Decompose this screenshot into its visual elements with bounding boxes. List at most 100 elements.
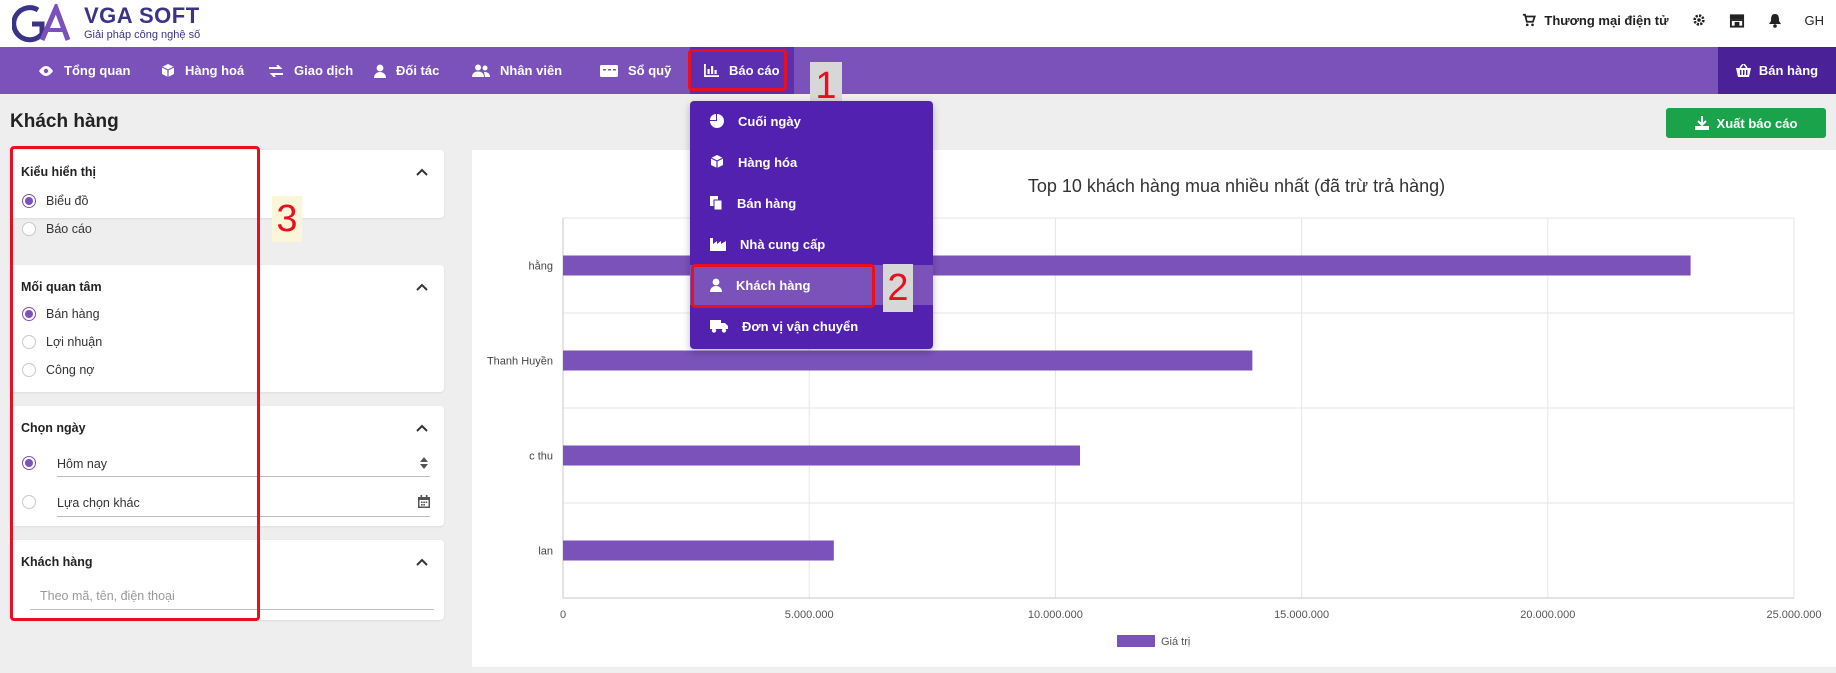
nav-label: Sổ quỹ (628, 63, 672, 78)
copy-icon (710, 196, 723, 210)
x-tick-label: 10.000.000 (1028, 609, 1083, 621)
radio-button[interactable] (22, 335, 36, 349)
radio-other-date[interactable] (22, 495, 36, 509)
top-header: VGA SOFT Giải pháp công nghệ số Thương m… (0, 0, 1836, 47)
nav-label: Báo cáo (729, 63, 780, 78)
nav-item-transactions[interactable]: Giao dịch (268, 47, 353, 94)
radio-sales[interactable]: Bán hàng (22, 307, 100, 321)
sell-button[interactable]: Bán hàng (1718, 47, 1836, 94)
field-underline (57, 516, 430, 517)
user-initials[interactable]: GH (1805, 13, 1825, 28)
export-button-label: Xuất báo cáo (1716, 115, 1798, 131)
menu-item-label: Đơn vị vận chuyển (742, 318, 859, 334)
box-icon (710, 155, 724, 168)
truck-icon (710, 319, 728, 333)
chart-card: Top 10 khách hàng mua nhiều nhất (đã trừ… (472, 150, 1836, 667)
annotation-number-2: 2 (883, 264, 913, 312)
nav-item-overview[interactable]: Tổng quan (38, 47, 130, 94)
sell-button-label: Bán hàng (1758, 63, 1819, 78)
chevron-up-icon[interactable] (416, 556, 428, 568)
date-today-field[interactable]: Hôm nay (57, 457, 107, 471)
box-icon (161, 63, 175, 77)
legend-swatch (1117, 635, 1155, 647)
exchange-icon (269, 64, 283, 77)
nav-label: Giao dịch (294, 63, 354, 78)
menu-item-suppliers[interactable]: Nhà cung cấp (690, 224, 933, 264)
chevron-up-icon[interactable] (416, 422, 428, 434)
gear-icon[interactable] (1691, 12, 1707, 28)
brand-name: VGA SOFT (84, 3, 200, 28)
nav-label: Tổng quan (64, 63, 131, 78)
sort-icon[interactable] (420, 457, 428, 469)
page-title: Khách hàng (10, 111, 119, 132)
menu-item-shipping[interactable]: Đơn vị vận chuyển (690, 306, 933, 346)
ecommerce-label: Thương mại điện tử (1544, 12, 1669, 28)
x-tick-label: 20.000.000 (1520, 609, 1575, 621)
radio-label: Lợi nhuận (46, 335, 103, 349)
download-icon (1694, 116, 1709, 130)
menu-item-label: Bán hàng (737, 195, 797, 211)
radio-report[interactable]: Báo cáo (22, 222, 92, 236)
y-tick-label: hằng (529, 260, 553, 273)
nav-label: Nhân viên (500, 63, 563, 78)
radio-debt[interactable]: Công nợ (22, 363, 95, 377)
radio-button[interactable] (22, 307, 36, 321)
x-tick-label: 25.000.000 (1766, 609, 1821, 621)
bar (563, 350, 1253, 371)
x-tick-label: 5.000.000 (785, 609, 834, 621)
bell-icon[interactable] (1767, 12, 1783, 28)
panel-date: Chọn ngày Hôm nay Lựa chọn khác (10, 406, 444, 526)
bar-chart-icon (704, 64, 719, 77)
panel-display-type-extra: Báo cáo (10, 190, 444, 236)
money-icon (600, 64, 618, 77)
menu-item-end-of-day[interactable]: Cuối ngày (690, 101, 933, 141)
ecommerce-link[interactable]: Thương mại điện tử (1522, 12, 1669, 28)
nav-item-products[interactable]: Hàng hoá (161, 47, 244, 94)
legend-label: Giá trị (1161, 636, 1190, 648)
users-icon (472, 64, 490, 77)
menu-item-label: Khách hàng (736, 277, 811, 293)
chevron-up-icon[interactable] (416, 281, 428, 293)
cart-icon (1523, 13, 1537, 27)
radio-label: Báo cáo (46, 222, 92, 236)
radio-today[interactable] (22, 456, 36, 470)
brand-tagline: Giải pháp công nghệ số (84, 29, 201, 41)
brand: VGA SOFT Giải pháp công nghệ số (84, 3, 200, 41)
date-other-field[interactable]: Lựa chọn khác (57, 496, 140, 510)
chevron-up-icon[interactable] (416, 166, 428, 178)
x-tick-label: 15.000.000 (1274, 609, 1329, 621)
nav-item-reports[interactable]: Báo cáo (690, 47, 794, 94)
brand-logo[interactable] (12, 4, 70, 44)
menu-item-label: Cuối ngày (738, 113, 801, 129)
nav-item-partners[interactable]: Đối tác (374, 47, 439, 94)
menu-item-sales[interactable]: Bán hàng (690, 183, 933, 223)
radio-profit[interactable]: Lợi nhuận (22, 335, 102, 349)
panel-title: Mối quan tâm (21, 280, 102, 294)
y-tick-label: Thanh Huyền (487, 356, 553, 368)
factory-icon (710, 237, 726, 251)
panel-title: Chọn ngày (21, 421, 86, 435)
panel-title: Khách hàng (21, 555, 93, 569)
nav-label: Hàng hoá (185, 63, 245, 78)
y-tick-label: c thu (529, 451, 553, 463)
y-tick-label: lan (538, 546, 553, 558)
top-right-actions: Thương mại điện tử GH (1522, 12, 1824, 28)
field-underline (57, 476, 430, 477)
radio-button[interactable] (22, 222, 36, 236)
export-report-button[interactable]: Xuất báo cáo (1666, 108, 1826, 138)
panel-customer: Khách hàng (10, 540, 444, 620)
store-icon[interactable] (1729, 12, 1745, 28)
customer-search-input[interactable] (30, 582, 434, 610)
menu-item-label: Hàng hóa (738, 154, 798, 170)
menu-item-products[interactable]: Hàng hóa (690, 142, 933, 182)
radio-button[interactable] (22, 363, 36, 377)
nav-item-cashbook[interactable]: Sổ quỹ (600, 47, 671, 94)
eye-icon (39, 65, 53, 76)
pie-icon (710, 114, 724, 128)
radio-label: Bán hàng (46, 307, 100, 321)
panel-title: Kiểu hiển thị (21, 165, 96, 179)
nav-item-staff[interactable]: Nhân viên (472, 47, 562, 94)
chart-title: Top 10 khách hàng mua nhiều nhất (đã trừ… (1028, 176, 1445, 196)
x-tick-label: 0 (560, 609, 566, 621)
calendar-icon[interactable] (418, 495, 430, 508)
